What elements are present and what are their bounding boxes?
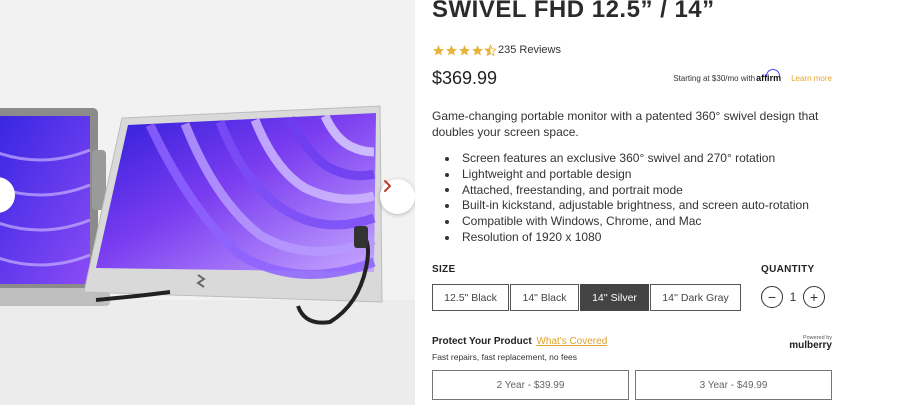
- feature-item: Built-in kickstand, adjustable brightnes…: [445, 198, 809, 214]
- affirm-text: Starting at $30/mo with: [673, 73, 756, 83]
- product-image-gallery: [0, 0, 415, 405]
- product-image: [0, 0, 415, 405]
- product-rating[interactable]: 235 Reviews: [432, 43, 561, 57]
- mulberry-brand: mulberry: [789, 340, 832, 351]
- protection-subtitle: Fast repairs, fast replacement, no fees: [432, 352, 578, 362]
- protection-heading: Protect Your Product What's Covered: [432, 336, 607, 347]
- feature-item: Compatible with Windows, Chrome, and Mac: [445, 214, 809, 230]
- quantity-increase-button[interactable]: +: [803, 286, 825, 308]
- feature-list: Screen features an exclusive 360° swivel…: [445, 151, 809, 246]
- affirm-learn-more-link[interactable]: Learn more: [791, 74, 832, 83]
- quantity-decrease-button[interactable]: −: [761, 286, 783, 308]
- chevron-right-icon: [384, 180, 391, 192]
- quantity-value: 1: [789, 290, 797, 304]
- size-option-14-black[interactable]: 14" Black: [510, 284, 579, 311]
- star-icon: [472, 44, 483, 55]
- size-label: SIZE: [432, 264, 456, 275]
- size-selector: 12.5" Black 14" Black 14'' Silver 14'' D…: [432, 284, 742, 311]
- feature-item: Screen features an exclusive 360° swivel…: [445, 151, 809, 167]
- product-description: Game-changing portable monitor with a pa…: [432, 109, 819, 139]
- product-info: SWIVEL FHD 12.5” / 14” 235 Reviews $369.…: [432, 0, 872, 405]
- gallery-next-button[interactable]: [380, 179, 415, 214]
- star-rating: [432, 43, 497, 57]
- star-icon: [459, 44, 470, 55]
- whats-covered-link[interactable]: What's Covered: [536, 336, 607, 347]
- affirm-logo: affirm: [756, 69, 782, 83]
- feature-item: Attached, freestanding, and portrait mod…: [445, 183, 809, 199]
- protection-plans: 2 Year - $39.99 3 Year - $49.99: [432, 370, 838, 400]
- star-icon: [433, 44, 444, 55]
- product-title: SWIVEL FHD 12.5” / 14”: [432, 0, 715, 23]
- half-star-icon: [484, 43, 497, 56]
- size-option-12-5-black[interactable]: 12.5" Black: [432, 284, 509, 311]
- review-count-link[interactable]: 235 Reviews: [498, 44, 561, 56]
- quantity-stepper: − 1 +: [761, 286, 825, 308]
- protection-title: Protect Your Product: [432, 336, 532, 347]
- feature-item: Lightweight and portable design: [445, 167, 809, 183]
- quantity-label: QUANTITY: [761, 264, 815, 275]
- size-option-14-dark-gray[interactable]: 14'' Dark Gray: [650, 284, 741, 311]
- product-price: $369.99: [432, 68, 498, 88]
- plan-3-year-button[interactable]: 3 Year - $49.99: [635, 370, 832, 400]
- plan-2-year-button[interactable]: 2 Year - $39.99: [432, 370, 629, 400]
- feature-item: Resolution of 1920 x 1080: [445, 230, 809, 246]
- size-option-14-silver[interactable]: 14'' Silver: [580, 284, 649, 311]
- star-icon: [446, 44, 457, 55]
- affirm-financing: Starting at $30/mo with affirm Learn mor…: [673, 69, 832, 83]
- mulberry-logo: Powered by mulberry: [789, 335, 832, 351]
